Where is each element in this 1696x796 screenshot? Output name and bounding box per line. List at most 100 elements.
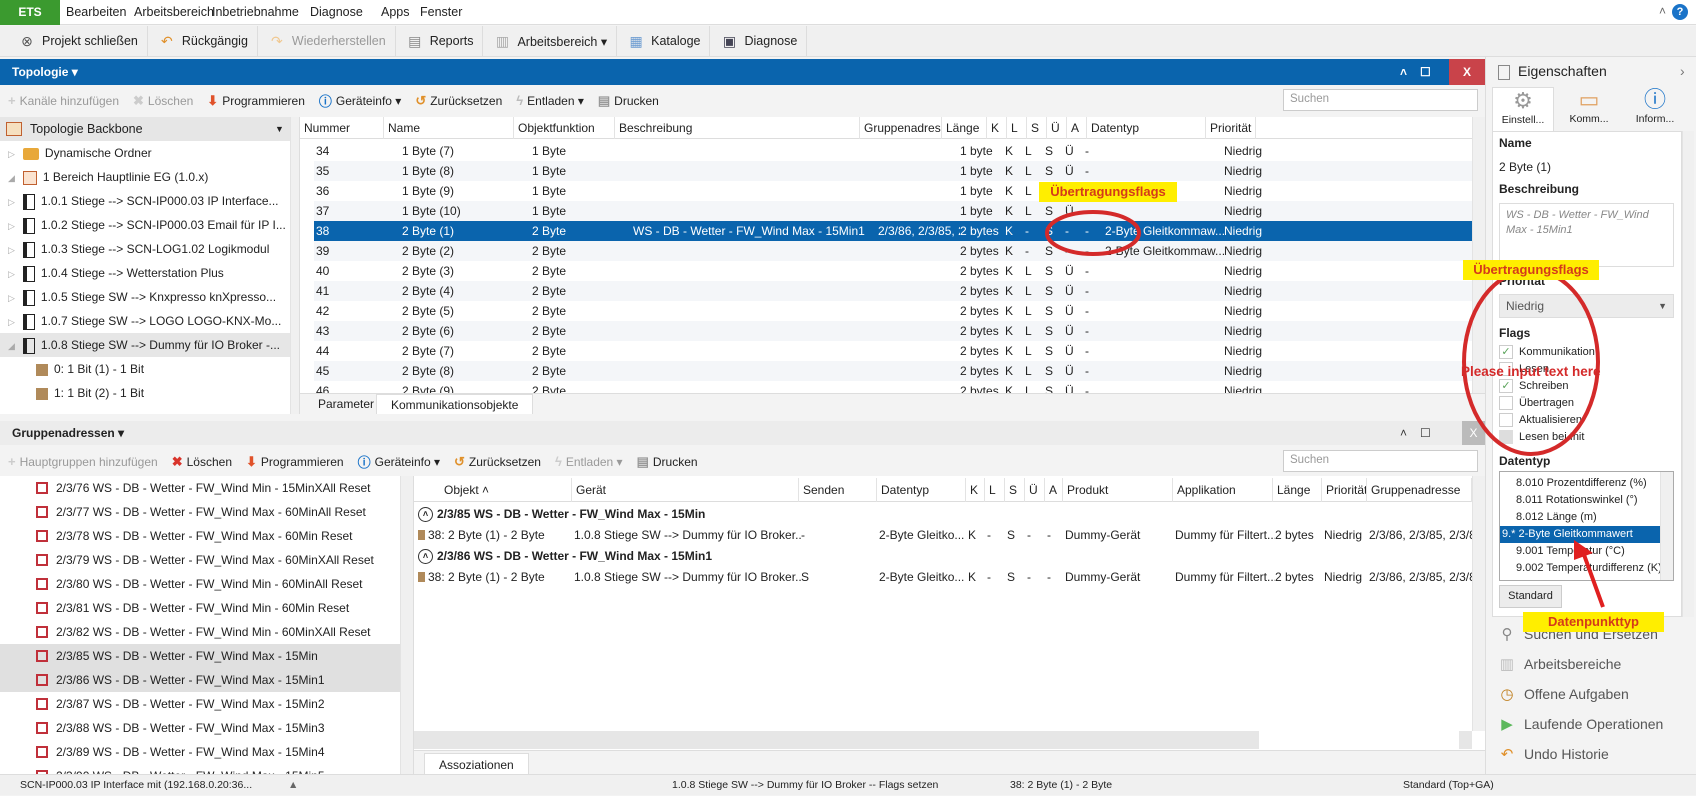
column-header-ü[interactable]: Ü: [1047, 117, 1067, 139]
column-header-k[interactable]: K: [966, 478, 985, 502]
table-row[interactable]: 37 1 Byte (10) 1 Byte 1 byte K L S Ü - Niedrig: [314, 201, 1485, 221]
maximize-icon[interactable]: ☐: [1420, 59, 1431, 85]
column-header-a[interactable]: A: [1045, 478, 1063, 502]
column-header-datentyp[interactable]: Datentyp: [1087, 117, 1206, 139]
help-icon[interactable]: ?: [1672, 4, 1688, 20]
listbox-scrollbar[interactable]: [1660, 472, 1673, 580]
geräteinfo-button[interactable]: ⓘ Geräteinfo ▾: [319, 91, 401, 110]
column-header-beschreibung[interactable]: Beschreibung: [615, 117, 860, 139]
column-header-k[interactable]: K: [987, 117, 1007, 139]
tree-item[interactable]: ▷ 1.0.2 Stiege --> SCN-IP000.03 Email für…: [0, 213, 290, 237]
checkbox[interactable]: [1499, 413, 1513, 428]
datatype-option[interactable]: 8.010 Prozentdifferenz (%): [1500, 475, 1660, 492]
tree-item[interactable]: ◢ 1.0.8 Stiege SW --> Dummy für IO Broker…: [0, 333, 290, 357]
tab-einstell[interactable]: ⚙ Einstell...: [1492, 87, 1554, 131]
table-row[interactable]: 46 2 Byte (9) 2 Byte 2 bytes K L S Ü - Niedrig: [314, 381, 1485, 393]
flag-aktualisieren[interactable]: Aktualisieren: [1499, 412, 1595, 429]
tree-item[interactable]: ▷ 1.0.7 Stiege SW --> LOGO LOGO-KNX-Mo...: [0, 309, 290, 333]
entladen-button[interactable]: ϟ Entladen ▾: [516, 93, 584, 108]
column-header-länge[interactable]: Länge: [942, 117, 987, 139]
properties-scrollbar[interactable]: [1682, 131, 1694, 617]
side-action-arbeitsbereiche[interactable]: ▥ Arbeitsbereiche: [1498, 655, 1621, 673]
list-item[interactable]: 2/3/87 WS - DB - Wetter - FW_Wind Max - …: [0, 692, 400, 716]
list-item[interactable]: 2/3/82 WS - DB - Wetter - FW_Wind Min - …: [0, 620, 400, 644]
horizontal-scrollbar[interactable]: [414, 731, 1472, 749]
table-row[interactable]: 35 1 Byte (8) 1 Byte 1 byte K L S Ü - Niedrig: [314, 161, 1485, 181]
flag-kommunikation[interactable]: ✓ Kommunikation: [1499, 344, 1595, 361]
column-header-a[interactable]: A: [1067, 117, 1087, 139]
minimize-icon[interactable]: ˄: [1400, 59, 1407, 85]
group-addresses-title[interactable]: Gruppenadressen ▾: [12, 426, 124, 440]
tree-item[interactable]: ▷ 1.0.5 Stiege SW --> Knxpresso knXpresso…: [0, 285, 290, 309]
description-textarea[interactable]: WS - DB - Wetter - FW_Wind Max - 15Min1: [1499, 203, 1674, 267]
column-header-produkt[interactable]: Produkt: [1063, 478, 1173, 502]
topology-search-input[interactable]: Suchen: [1283, 89, 1478, 111]
löschen-button[interactable]: ✖ Löschen: [172, 454, 232, 470]
chevron-down-icon[interactable]: ▼: [275, 117, 284, 141]
table-scrollbar[interactable]: [1472, 117, 1485, 393]
table-row[interactable]: 45 2 Byte (8) 2 Byte 2 bytes K L S Ü - Niedrig: [314, 361, 1485, 381]
collapse-ribbon-icon[interactable]: ˄: [1659, 4, 1666, 18]
column-header-priorität[interactable]: Priorität: [1206, 117, 1256, 139]
tree-item[interactable]: ▷ 1.0.4 Stiege --> Wetterstation Plus: [0, 261, 290, 285]
table-row[interactable]: 40 2 Byte (3) 2 Byte 2 bytes K L S Ü - Niedrig: [314, 261, 1485, 281]
list-item[interactable]: 2/3/89 WS - DB - Wetter - FW_Wind Max - …: [0, 740, 400, 764]
kataloge-button[interactable]: ▦ Kataloge: [617, 25, 711, 57]
checkbox[interactable]: ✓: [1499, 345, 1513, 360]
datatype-listbox[interactable]: 8.010 Prozentdifferenz (%) 8.011 Rotation…: [1499, 471, 1674, 581]
column-header-ü[interactable]: Ü: [1025, 478, 1045, 502]
table-row[interactable]: 39 2 Byte (2) 2 Byte 2 bytes K - S - -2-Byte Gle…: [314, 241, 1485, 261]
list-item[interactable]: 2/3/79 WS - DB - Wetter - FW_Wind Max - …: [0, 548, 400, 572]
tree-scrollbar[interactable]: [290, 117, 299, 414]
column-header-nummer[interactable]: Nummer: [300, 117, 384, 139]
priority-dropdown[interactable]: Niedrig ▼: [1499, 294, 1674, 318]
column-header-s[interactable]: S: [1027, 117, 1047, 139]
column-header-s[interactable]: S: [1005, 478, 1025, 502]
ets-logo[interactable]: ETS: [0, 0, 60, 25]
column-header-l[interactable]: L: [985, 478, 1005, 502]
menu-apps[interactable]: Apps: [381, 0, 410, 25]
list-item[interactable]: 2/3/80 WS - DB - Wetter - FW_Wind Min - …: [0, 572, 400, 596]
group-addresses-search-input[interactable]: Suchen: [1283, 450, 1478, 472]
table-row[interactable]: 38: 2 Byte (1) - 2 Byte 1.0.8 Stiege SW -…: [414, 567, 1474, 587]
table-scrollbar[interactable]: [1472, 476, 1485, 731]
collapse-icon[interactable]: ◢: [8, 173, 15, 183]
collapse-icon[interactable]: ˄: [418, 507, 433, 523]
list-item[interactable]: 2/3/77 WS - DB - Wetter - FW_Wind Max - …: [0, 500, 400, 524]
flag-schreiben[interactable]: ✓ Schreiben: [1499, 378, 1595, 395]
column-header-objekt[interactable]: Objekt ˄: [440, 478, 572, 502]
column-header-l[interactable]: L: [1007, 117, 1027, 139]
list-scrollbar[interactable]: [400, 476, 413, 774]
column-header-datentyp[interactable]: Datentyp: [877, 478, 966, 502]
table-row[interactable]: 42 2 Byte (5) 2 Byte 2 bytes K L S Ü - Niedrig: [314, 301, 1485, 321]
diagnose-button[interactable]: ▣ Diagnose: [710, 25, 808, 57]
menu-arbeitsbereich[interactable]: Arbeitsbereich: [134, 0, 214, 25]
geräteinfo-button[interactable]: ⓘ Geräteinfo ▾: [358, 452, 440, 471]
entladen-button[interactable]: ϟ Entladen ▾: [555, 454, 623, 469]
status-mode[interactable]: Standard (Top+GA): [1403, 775, 1494, 796]
checkbox[interactable]: [1499, 396, 1513, 411]
standard-button[interactable]: Standard: [1499, 585, 1562, 608]
expand-icon[interactable]: ▷: [8, 293, 15, 303]
menu-fenster[interactable]: Fenster: [420, 0, 462, 25]
drucken-button[interactable]: ▤ Drucken: [598, 93, 659, 109]
column-header-länge[interactable]: Länge: [1273, 478, 1322, 502]
column-header-priorität[interactable]: Priorität: [1322, 478, 1367, 502]
column-header-objektfunktion[interactable]: Objektfunktion: [514, 117, 615, 139]
table-row[interactable]: 38: 2 Byte (1) - 2 Byte 1.0.8 Stiege SW -…: [414, 525, 1474, 545]
tree-item[interactable]: ◢ 1 Bereich Hauptlinie EG (1.0.x): [0, 165, 290, 189]
datatype-option[interactable]: 9.* 2-Byte Gleitkommawert: [1500, 526, 1660, 543]
list-item[interactable]: 2/3/90 WS - DB - Wetter - FW_Wind Max - …: [0, 764, 400, 774]
list-item[interactable]: 2/3/86 WS - DB - Wetter - FW_Wind Max - …: [0, 668, 400, 692]
drucken-button[interactable]: ▤ Drucken: [637, 454, 698, 470]
kanäle-hinzufügen-button[interactable]: + Kanäle hinzufügen: [8, 93, 119, 108]
datatype-option[interactable]: 9.001 Temperatur (°C): [1500, 543, 1660, 560]
expand-icon[interactable]: ▷: [8, 149, 15, 159]
checkbox[interactable]: ✓: [1499, 379, 1513, 394]
chevron-up-icon[interactable]: ▲: [288, 775, 298, 796]
table-row[interactable]: 38 2 Byte (1) 2 Byte WS - DB - Wetter - FW_…: [314, 221, 1485, 241]
menu-diagnose[interactable]: Diagnose: [310, 0, 363, 25]
expand-icon[interactable]: ▷: [8, 317, 15, 327]
list-item[interactable]: 2/3/76 WS - DB - Wetter - FW_Wind Min - …: [0, 476, 400, 500]
collapse-icon[interactable]: ◢: [8, 341, 15, 351]
